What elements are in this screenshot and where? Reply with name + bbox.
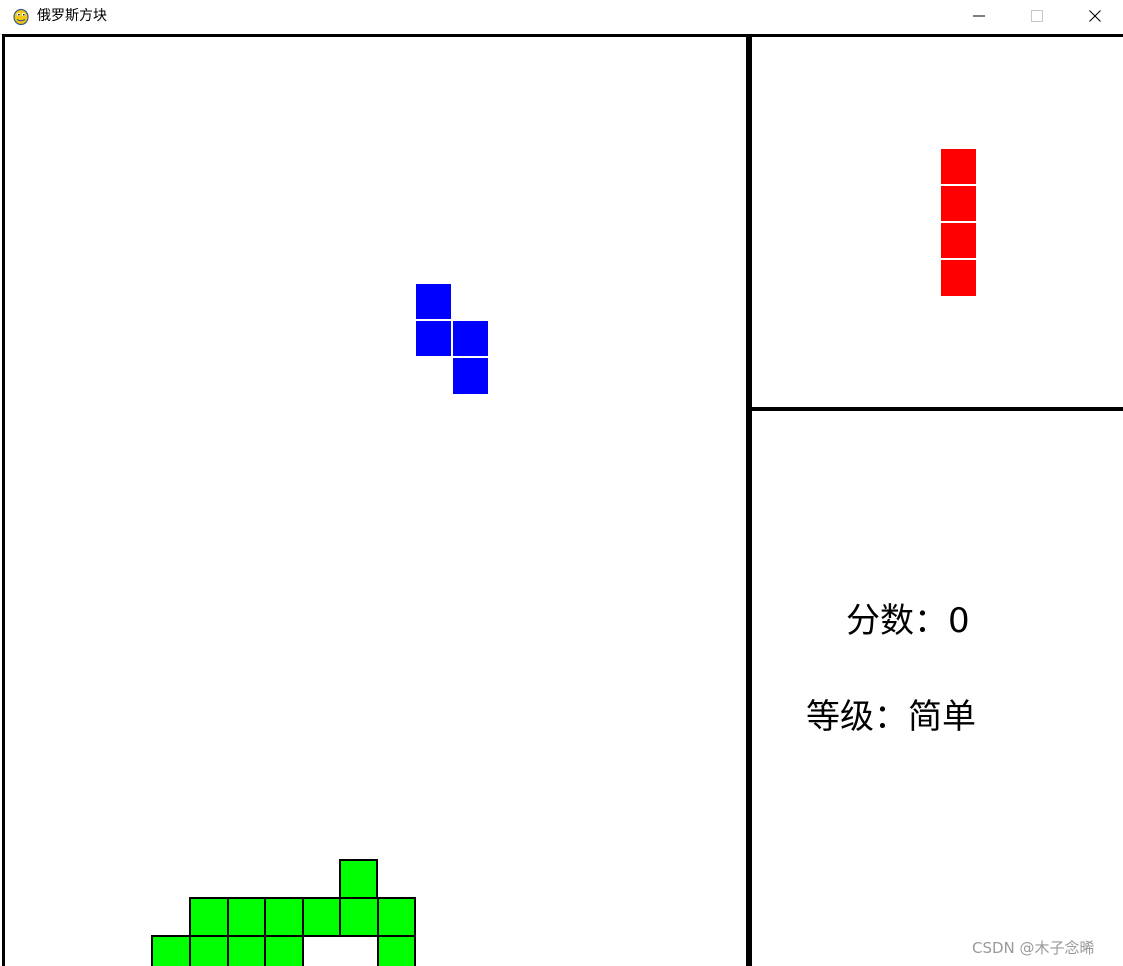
maximize-icon xyxy=(1031,10,1043,22)
pygame-snake-icon xyxy=(11,6,31,26)
score-value: 0 xyxy=(948,601,970,641)
stacked-block xyxy=(189,897,229,937)
stacked-block xyxy=(339,897,379,937)
stacked-block xyxy=(264,935,304,966)
close-icon xyxy=(1089,10,1101,22)
stacked-block xyxy=(339,859,378,899)
score-display: 分数：0 xyxy=(846,593,970,642)
stacked-block xyxy=(189,935,229,966)
next-piece-panel xyxy=(749,34,1123,411)
close-button[interactable] xyxy=(1066,0,1123,32)
level-value: 简单 xyxy=(908,697,976,737)
level-label: 等级： xyxy=(806,697,908,737)
minimize-button[interactable] xyxy=(950,0,1008,32)
next-piece-block xyxy=(941,186,976,221)
score-label: 分数： xyxy=(846,601,948,641)
window-title: 俄罗斯方块 xyxy=(37,8,107,24)
stacked-block xyxy=(302,897,341,937)
current-piece-block xyxy=(453,358,488,394)
current-piece-block xyxy=(416,321,451,356)
stacked-block xyxy=(227,935,266,966)
game-window: 俄罗斯方块 分数：0 等级：简单 CSDN @木子念晞 xyxy=(0,0,1123,966)
stacked-block xyxy=(151,935,191,966)
stacked-block xyxy=(377,897,416,937)
next-piece-block xyxy=(941,260,976,296)
stacked-block xyxy=(227,897,266,937)
stacked-block xyxy=(377,935,416,966)
stacked-block xyxy=(264,897,304,937)
next-piece-block xyxy=(941,223,976,258)
maximize-button[interactable] xyxy=(1008,0,1066,32)
watermark: CSDN @木子念晞 xyxy=(972,939,1095,957)
minimize-icon xyxy=(973,10,985,22)
next-piece-block xyxy=(941,149,976,184)
title-bar[interactable]: 俄罗斯方块 xyxy=(0,0,1123,35)
current-piece-block xyxy=(416,284,451,319)
game-board[interactable] xyxy=(2,34,749,966)
level-display: 等级：简单 xyxy=(806,689,976,738)
current-piece-block xyxy=(453,321,488,356)
